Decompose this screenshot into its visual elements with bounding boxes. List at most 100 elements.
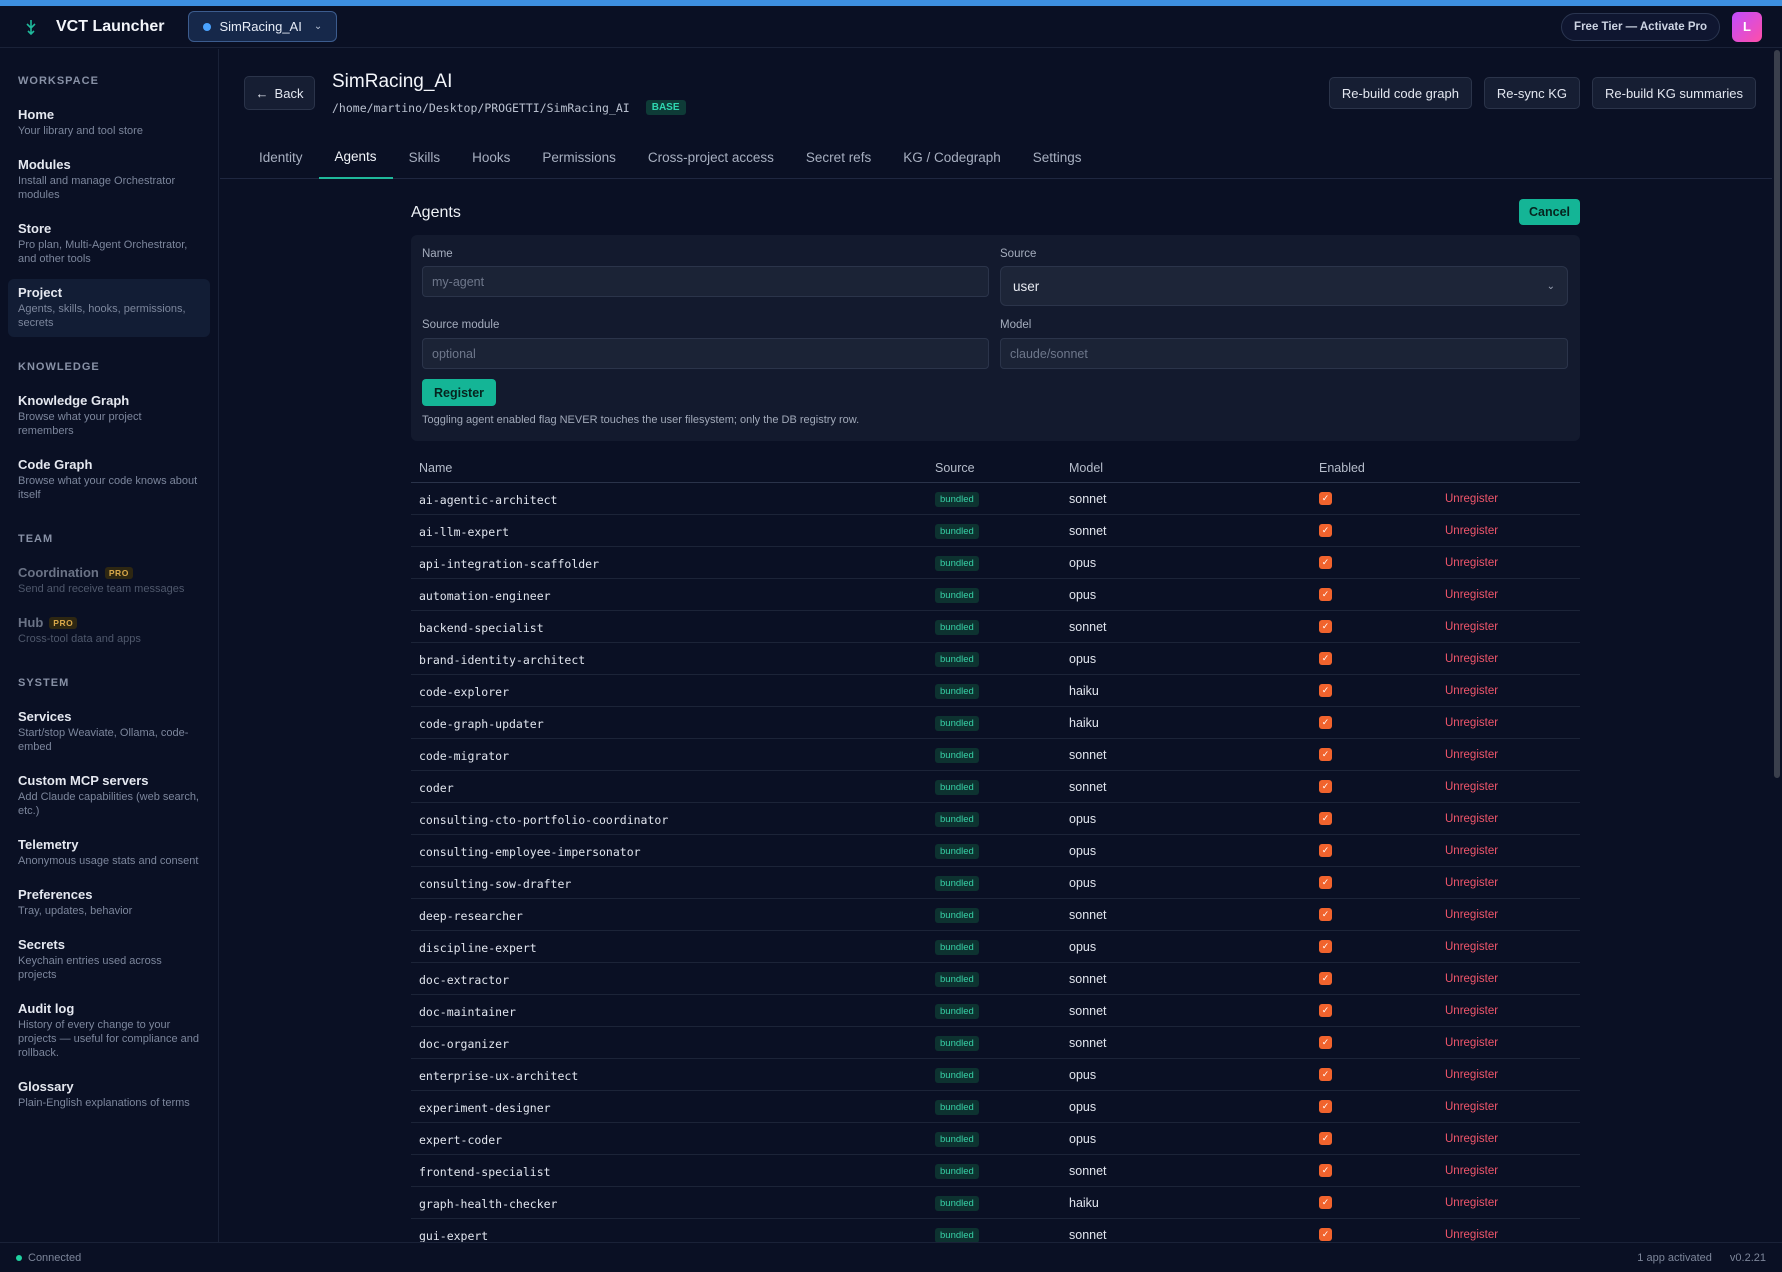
sidebar-item-knowledge-graph[interactable]: Knowledge Graph Browse what your project… — [8, 387, 210, 445]
unregister-button[interactable]: Unregister — [1445, 1037, 1498, 1049]
enabled-checkbox[interactable]: ✓ — [1319, 940, 1332, 953]
sidebar-item-label: Secrets — [18, 937, 65, 952]
project-switcher[interactable]: SimRacing_AI ⌄ — [188, 11, 338, 42]
enabled-checkbox[interactable]: ✓ — [1319, 588, 1332, 601]
sidebar-item-preferences[interactable]: Preferences Tray, updates, behavior — [8, 881, 210, 925]
column-header-source: Source — [935, 461, 975, 475]
unregister-button[interactable]: Unregister — [1445, 685, 1498, 697]
agent-name: doc-extractor — [419, 973, 510, 987]
sidebar-item-custom-mcp-servers[interactable]: Custom MCP servers Add Claude capabiliti… — [8, 767, 210, 825]
unregister-button[interactable]: Unregister — [1445, 1101, 1498, 1113]
sidebar-item-home[interactable]: Home Your library and tool store — [8, 101, 210, 145]
enabled-checkbox[interactable]: ✓ — [1319, 972, 1332, 985]
unregister-button[interactable]: Unregister — [1445, 1197, 1498, 1209]
agent-model: opus — [1069, 940, 1097, 954]
sidebar-item-hub[interactable]: Hub PRO Cross-tool data and apps — [8, 609, 210, 653]
scrollbar-thumb[interactable] — [1774, 50, 1780, 778]
sidebar-item-project[interactable]: Project Agents, skills, hooks, permissio… — [8, 279, 210, 337]
back-button[interactable]: ← Back — [244, 76, 315, 110]
unregister-button[interactable]: Unregister — [1445, 621, 1498, 633]
unregister-button[interactable]: Unregister — [1445, 717, 1498, 729]
unregister-button[interactable]: Unregister — [1445, 749, 1498, 761]
enabled-checkbox[interactable]: ✓ — [1319, 684, 1332, 697]
register-button[interactable]: Register — [422, 379, 497, 406]
unregister-button[interactable]: Unregister — [1445, 909, 1498, 921]
sidebar-item-secrets[interactable]: Secrets Keychain entries used across pro… — [8, 931, 210, 989]
unregister-button[interactable]: Unregister — [1445, 557, 1498, 569]
enabled-checkbox[interactable]: ✓ — [1319, 844, 1332, 857]
name-input[interactable]: my-agent — [422, 266, 989, 297]
unregister-button[interactable]: Unregister — [1445, 941, 1498, 953]
enabled-checkbox[interactable]: ✓ — [1319, 1100, 1332, 1113]
scrollbar[interactable] — [1772, 48, 1782, 1242]
unregister-button[interactable]: Unregister — [1445, 1005, 1498, 1017]
unregister-button[interactable]: Unregister — [1445, 653, 1498, 665]
table-row: consulting-employee-impersonator bundled o… — [411, 835, 1580, 867]
status-badge: BASE — [645, 100, 686, 115]
enabled-checkbox[interactable]: ✓ — [1319, 492, 1332, 505]
tab-hooks[interactable]: Hooks — [456, 135, 526, 179]
source-module-input[interactable]: optional — [422, 338, 989, 369]
sidebar-item-store[interactable]: Store Pro plan, Multi-Agent Orchestrator… — [8, 215, 210, 273]
enabled-checkbox[interactable]: ✓ — [1319, 620, 1332, 633]
rebuild-code-graph-button[interactable]: Re-build code graph — [1328, 77, 1472, 109]
source-badge: bundled — [935, 524, 979, 539]
enabled-checkbox[interactable]: ✓ — [1319, 1068, 1332, 1081]
sidebar-item-services[interactable]: Services Start/stop Weaviate, Ollama, co… — [8, 703, 210, 761]
unregister-button[interactable]: Unregister — [1445, 589, 1498, 601]
unregister-button[interactable]: Unregister — [1445, 1133, 1498, 1145]
sidebar-item-modules[interactable]: Modules Install and manage Orchestrator … — [8, 151, 210, 209]
unregister-button[interactable]: Unregister — [1445, 493, 1498, 505]
enabled-checkbox[interactable]: ✓ — [1319, 716, 1332, 729]
enabled-checkbox[interactable]: ✓ — [1319, 780, 1332, 793]
sidebar-item-label: Modules — [18, 157, 71, 172]
tab-skills[interactable]: Skills — [393, 135, 457, 179]
enabled-checkbox[interactable]: ✓ — [1319, 908, 1332, 921]
enabled-checkbox[interactable]: ✓ — [1319, 1036, 1332, 1049]
free-tier-button[interactable]: Free Tier — Activate Pro — [1561, 12, 1720, 41]
enabled-checkbox[interactable]: ✓ — [1319, 812, 1332, 825]
tab-agents[interactable]: Agents — [318, 135, 393, 179]
sidebar-item-desc: Tray, updates, behavior — [18, 905, 133, 917]
enabled-checkbox[interactable]: ✓ — [1319, 1132, 1332, 1145]
unregister-button[interactable]: Unregister — [1445, 1165, 1498, 1177]
rebuild-kg-summaries-button[interactable]: Re-build KG summaries — [1592, 77, 1756, 109]
enabled-checkbox[interactable]: ✓ — [1319, 1164, 1332, 1177]
sidebar-item-telemetry[interactable]: Telemetry Anonymous usage stats and cons… — [8, 831, 210, 875]
enabled-checkbox[interactable]: ✓ — [1319, 1196, 1332, 1209]
table-row: backend-specialist bundled sonnet ✓ Unregist… — [411, 611, 1580, 643]
tab-identity[interactable]: Identity — [243, 135, 319, 179]
cancel-button[interactable]: Cancel — [1519, 199, 1580, 225]
tab-kg-codegraph[interactable]: KG / Codegraph — [887, 135, 1017, 179]
sidebar-item-audit-log[interactable]: Audit log History of every change to you… — [8, 995, 210, 1067]
tab-permissions[interactable]: Permissions — [526, 135, 632, 179]
resync-kg-button[interactable]: Re-sync KG — [1483, 77, 1580, 109]
enabled-checkbox[interactable]: ✓ — [1319, 748, 1332, 761]
enabled-checkbox[interactable]: ✓ — [1319, 524, 1332, 537]
unregister-button[interactable]: Unregister — [1445, 877, 1498, 889]
unregister-button[interactable]: Unregister — [1445, 1069, 1498, 1081]
sidebar-item-coordination[interactable]: Coordination PRO Send and receive team me… — [8, 559, 210, 603]
agent-name: expert-coder — [419, 1133, 503, 1147]
project-path-text: /home/martino/Desktop/PROGETTI/SimRacing… — [332, 100, 630, 115]
avatar[interactable]: L — [1732, 11, 1762, 42]
sidebar-item-code-graph[interactable]: Code Graph Browse what your code knows a… — [8, 451, 210, 509]
enabled-checkbox[interactable]: ✓ — [1319, 1228, 1332, 1241]
unregister-button[interactable]: Unregister — [1445, 845, 1498, 857]
tab-secret-refs[interactable]: Secret refs — [790, 135, 887, 179]
tab-settings[interactable]: Settings — [1017, 135, 1098, 179]
enabled-checkbox[interactable]: ✓ — [1319, 556, 1332, 569]
model-input[interactable]: claude/sonnet — [1000, 338, 1568, 369]
unregister-button[interactable]: Unregister — [1445, 1229, 1498, 1241]
unregister-button[interactable]: Unregister — [1445, 781, 1498, 793]
enabled-checkbox[interactable]: ✓ — [1319, 1004, 1332, 1017]
tab-cross-project-access[interactable]: Cross-project access — [632, 135, 790, 179]
unregister-button[interactable]: Unregister — [1445, 813, 1498, 825]
enabled-checkbox[interactable]: ✓ — [1319, 876, 1332, 889]
enabled-checkbox[interactable]: ✓ — [1319, 652, 1332, 665]
unregister-button[interactable]: Unregister — [1445, 525, 1498, 537]
table-body: ai-agentic-architect bundled sonnet ✓ Unregi… — [411, 483, 1580, 1242]
source-select[interactable]: user ⌄ — [1000, 266, 1568, 306]
unregister-button[interactable]: Unregister — [1445, 973, 1498, 985]
sidebar-item-glossary[interactable]: Glossary Plain-English explanations of t… — [8, 1073, 210, 1117]
